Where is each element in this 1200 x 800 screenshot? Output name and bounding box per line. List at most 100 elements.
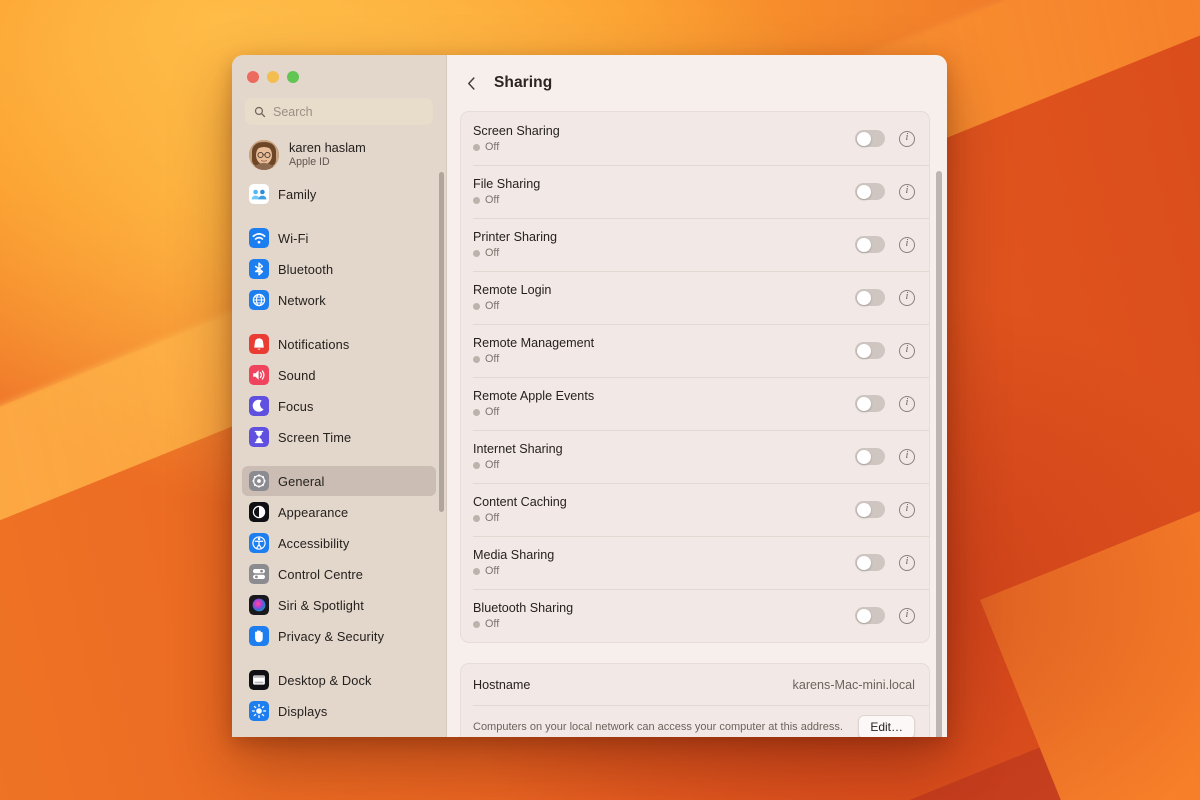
service-toggle[interactable] (855, 607, 885, 624)
info-icon[interactable]: i (899, 183, 915, 200)
service-status: Off (473, 300, 855, 312)
status-dot-icon (473, 514, 480, 522)
main-scroll-area[interactable]: Screen Sharing Off i File Sharing Off i … (447, 111, 947, 737)
service-toggle[interactable] (855, 501, 885, 518)
service-row-remote-apple-events[interactable]: Remote Apple Events Off i (461, 377, 929, 430)
sidebar-item-siri-spotlight[interactable]: Siri & Spotlight (242, 590, 436, 620)
window-titlebar (232, 55, 446, 98)
close-button[interactable] (247, 70, 259, 83)
info-icon[interactable]: i (899, 395, 915, 412)
sidebar-item-general[interactable]: General (242, 466, 436, 496)
service-status-label: Off (485, 406, 500, 419)
sidebar-item-label: Focus (278, 398, 314, 414)
sidebar-item-control-centre[interactable]: Control Centre (242, 559, 436, 589)
service-row-remote-management[interactable]: Remote Management Off i (461, 324, 929, 377)
back-button[interactable] (464, 73, 478, 93)
service-name: Remote Login (473, 282, 552, 297)
general-icon (249, 471, 269, 491)
info-icon[interactable]: i (899, 342, 915, 359)
sidebar-item-wifi[interactable]: Wi-Fi (242, 223, 436, 253)
sharing-services-card: Screen Sharing Off i File Sharing Off i … (460, 111, 930, 643)
sidebar-item-apple-id[interactable]: karen haslam Apple ID (242, 134, 436, 176)
zoom-button[interactable] (287, 70, 299, 83)
sidebar-item-label: Bluetooth (278, 261, 334, 277)
sidebar-item-notifications[interactable]: Notifications (242, 329, 436, 359)
sidebar-item-privacy-security[interactable]: Privacy & Security (242, 621, 436, 651)
info-icon[interactable]: i (899, 554, 915, 571)
desktop-dock-icon (249, 670, 269, 690)
bluetooth-icon (249, 259, 269, 279)
service-row-bluetooth-sharing[interactable]: Bluetooth Sharing Off i (461, 589, 929, 642)
sidebar-item-label: Family (278, 186, 317, 202)
service-row-content-caching[interactable]: Content Caching Off i (461, 483, 929, 536)
sidebar-item-label: Accessibility (278, 535, 350, 551)
account-subtitle: Apple ID (289, 156, 330, 169)
service-row-file-sharing[interactable]: File Sharing Off i (461, 165, 929, 218)
service-toggle[interactable] (855, 342, 885, 359)
service-row-remote-login[interactable]: Remote Login Off i (461, 271, 929, 324)
service-name: Internet Sharing (473, 441, 563, 456)
sidebar-item-appearance[interactable]: Appearance (242, 497, 436, 527)
service-row-printer-sharing[interactable]: Printer Sharing Off i (461, 218, 929, 271)
hostname-value: karens-Mac-mini.local (792, 677, 915, 692)
service-status-label: Off (485, 300, 500, 313)
siri-icon (249, 595, 269, 615)
appearance-icon (249, 502, 269, 522)
info-icon[interactable]: i (899, 607, 915, 624)
status-dot-icon (473, 461, 480, 469)
sidebar-scrollbar[interactable] (439, 172, 444, 512)
sidebar-item-accessibility[interactable]: Accessibility (242, 528, 436, 558)
service-toggle[interactable] (855, 448, 885, 465)
sidebar-item-label: Screen Time (278, 429, 352, 445)
sidebar-item-desktop-dock[interactable]: Desktop & Dock (242, 665, 436, 695)
main-scrollbar[interactable] (936, 171, 942, 737)
sidebar-item-sound[interactable]: Sound (242, 360, 436, 390)
service-row-screen-sharing[interactable]: Screen Sharing Off i (461, 112, 929, 165)
sidebar-item-label: Siri & Spotlight (278, 597, 364, 613)
info-icon[interactable]: i (899, 236, 915, 253)
minimize-button[interactable] (267, 70, 279, 83)
info-icon[interactable]: i (899, 501, 915, 518)
edit-hostname-button[interactable]: Edit… (858, 715, 915, 737)
service-name: Printer Sharing (473, 229, 557, 244)
service-toggle[interactable] (855, 130, 885, 147)
sidebar-item-label: Desktop & Dock (278, 672, 372, 688)
sidebar-item-screen-time[interactable]: Screen Time (242, 422, 436, 452)
sidebar-item-displays[interactable]: Displays (242, 696, 436, 726)
sidebar-scroll-area[interactable]: karen haslam Apple ID Family Wi-Fi Bluet… (232, 134, 446, 737)
hostname-label: Hostname (473, 677, 531, 692)
sidebar-item-label: Control Centre (278, 566, 364, 582)
service-toggle[interactable] (855, 236, 885, 253)
service-name: Content Caching (473, 494, 567, 509)
avatar (249, 140, 279, 170)
sidebar-group-desktop: Desktop & Dock Displays (242, 665, 436, 737)
service-toggle[interactable] (855, 554, 885, 571)
service-status: Off (473, 353, 855, 365)
service-row-internet-sharing[interactable]: Internet Sharing Off i (461, 430, 929, 483)
service-toggle[interactable] (855, 289, 885, 306)
service-toggle[interactable] (855, 395, 885, 412)
status-dot-icon (473, 620, 480, 628)
status-dot-icon (473, 143, 480, 151)
search-container: Search (232, 98, 446, 134)
status-dot-icon (473, 567, 480, 575)
search-placeholder: Search (273, 104, 313, 119)
sidebar-item-label: Appearance (278, 504, 349, 520)
service-status: Off (473, 565, 855, 577)
sidebar-group-family: Family (242, 179, 436, 223)
status-dot-icon (473, 196, 480, 204)
service-row-media-sharing[interactable]: Media Sharing Off i (461, 536, 929, 589)
wifi-icon (249, 228, 269, 248)
sidebar-item-focus[interactable]: Focus (242, 391, 436, 421)
info-icon[interactable]: i (899, 289, 915, 306)
sidebar-item-family[interactable]: Family (242, 179, 436, 209)
service-status-label: Off (485, 194, 500, 207)
service-status: Off (473, 406, 855, 418)
search-input[interactable]: Search (245, 98, 433, 125)
service-toggle[interactable] (855, 183, 885, 200)
info-icon[interactable]: i (899, 448, 915, 465)
sidebar-item-label: Wi-Fi (278, 230, 309, 246)
sidebar-item-network[interactable]: Network (242, 285, 436, 315)
sidebar-item-bluetooth[interactable]: Bluetooth (242, 254, 436, 284)
info-icon[interactable]: i (899, 130, 915, 147)
